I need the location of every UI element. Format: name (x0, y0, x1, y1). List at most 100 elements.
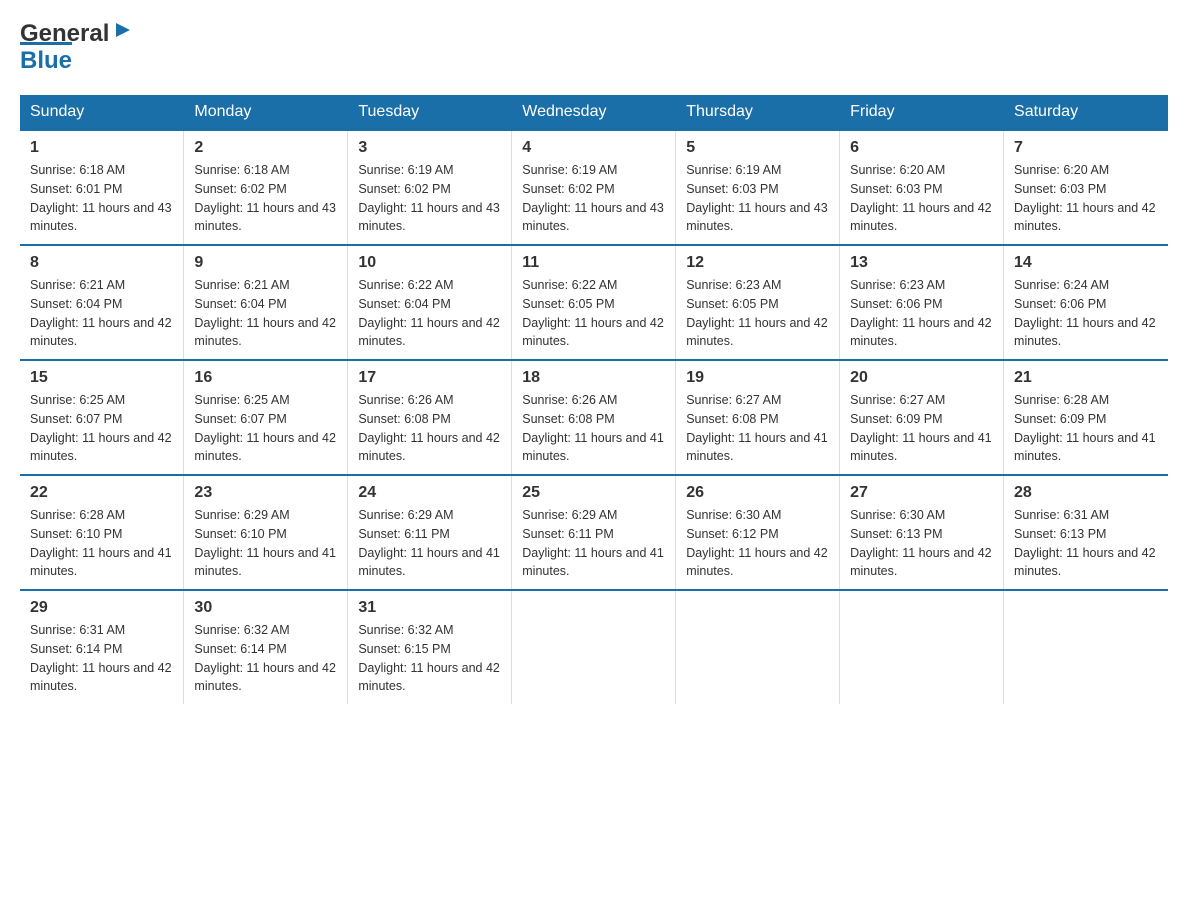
calendar-cell: 10Sunrise: 6:22 AMSunset: 6:04 PMDayligh… (348, 245, 512, 360)
day-info: Sunrise: 6:25 AMSunset: 6:07 PMDaylight:… (194, 393, 336, 463)
day-number: 29 (30, 599, 173, 617)
logo-arrow-icon (112, 19, 134, 46)
column-header-monday: Monday (184, 95, 348, 130)
day-number: 5 (686, 139, 829, 157)
day-info: Sunrise: 6:23 AMSunset: 6:06 PMDaylight:… (850, 278, 992, 348)
day-number: 25 (522, 484, 665, 502)
day-number: 24 (358, 484, 501, 502)
calendar-cell: 28 Sunrise: 6:31 AMSunset: 6:13 PMDayligh… (1004, 475, 1168, 590)
day-info: Sunrise: 6:21 AMSunset: 6:04 PMDaylight:… (30, 278, 172, 348)
calendar-cell: 9Sunrise: 6:21 AMSunset: 6:04 PMDaylight… (184, 245, 348, 360)
calendar-cell: 26 Sunrise: 6:30 AMSunset: 6:12 PMDayligh… (676, 475, 840, 590)
day-info: Sunrise: 6:19 AMSunset: 6:03 PMDaylight:… (686, 163, 828, 233)
logo: General Blue (20, 20, 134, 75)
day-info: Sunrise: 6:29 AMSunset: 6:11 PMDaylight:… (358, 508, 500, 578)
day-number: 11 (522, 254, 665, 272)
calendar-cell: 22 Sunrise: 6:28 AMSunset: 6:10 PMDayligh… (20, 475, 184, 590)
calendar-cell: 4 Sunrise: 6:19 AMSunset: 6:02 PMDaylight… (512, 130, 676, 245)
calendar-week-row: 15 Sunrise: 6:25 AMSunset: 6:07 PMDayligh… (20, 360, 1168, 475)
day-number: 26 (686, 484, 829, 502)
day-info: Sunrise: 6:20 AMSunset: 6:03 PMDaylight:… (1014, 163, 1156, 233)
calendar-week-row: 1Sunrise: 6:18 AMSunset: 6:01 PMDaylight… (20, 130, 1168, 245)
day-info: Sunrise: 6:19 AMSunset: 6:02 PMDaylight:… (358, 163, 500, 233)
calendar-cell: 15 Sunrise: 6:25 AMSunset: 6:07 PMDayligh… (20, 360, 184, 475)
calendar-cell: 6 Sunrise: 6:20 AMSunset: 6:03 PMDaylight… (840, 130, 1004, 245)
day-number: 18 (522, 369, 665, 387)
day-number: 13 (850, 254, 993, 272)
day-info: Sunrise: 6:22 AMSunset: 6:05 PMDaylight:… (522, 278, 664, 348)
day-number: 14 (1014, 254, 1157, 272)
day-info: Sunrise: 6:29 AMSunset: 6:11 PMDaylight:… (522, 508, 664, 578)
day-number: 22 (30, 484, 173, 502)
calendar-cell: 1Sunrise: 6:18 AMSunset: 6:01 PMDaylight… (20, 130, 184, 245)
column-header-wednesday: Wednesday (512, 95, 676, 130)
day-number: 6 (850, 139, 993, 157)
day-number: 8 (30, 254, 173, 272)
calendar-cell (840, 590, 1004, 704)
column-header-saturday: Saturday (1004, 95, 1168, 130)
day-info: Sunrise: 6:30 AMSunset: 6:13 PMDaylight:… (850, 508, 992, 578)
calendar-cell: 12Sunrise: 6:23 AMSunset: 6:05 PMDayligh… (676, 245, 840, 360)
day-number: 30 (194, 599, 337, 617)
day-info: Sunrise: 6:27 AMSunset: 6:09 PMDaylight:… (850, 393, 992, 463)
day-number: 31 (358, 599, 501, 617)
day-info: Sunrise: 6:32 AMSunset: 6:15 PMDaylight:… (358, 623, 500, 693)
day-number: 17 (358, 369, 501, 387)
calendar-cell: 23Sunrise: 6:29 AMSunset: 6:10 PMDayligh… (184, 475, 348, 590)
calendar-cell (676, 590, 840, 704)
day-info: Sunrise: 6:26 AMSunset: 6:08 PMDaylight:… (358, 393, 500, 463)
day-number: 21 (1014, 369, 1157, 387)
calendar-cell: 25 Sunrise: 6:29 AMSunset: 6:11 PMDayligh… (512, 475, 676, 590)
day-number: 19 (686, 369, 829, 387)
calendar-cell: 18 Sunrise: 6:26 AMSunset: 6:08 PMDayligh… (512, 360, 676, 475)
calendar-cell: 17 Sunrise: 6:26 AMSunset: 6:08 PMDayligh… (348, 360, 512, 475)
calendar-cell: 24 Sunrise: 6:29 AMSunset: 6:11 PMDayligh… (348, 475, 512, 590)
day-number: 2 (194, 139, 337, 157)
day-number: 20 (850, 369, 993, 387)
day-info: Sunrise: 6:32 AMSunset: 6:14 PMDaylight:… (194, 623, 336, 693)
calendar-cell: 3 Sunrise: 6:19 AMSunset: 6:02 PMDaylight… (348, 130, 512, 245)
calendar-cell: 11 Sunrise: 6:22 AMSunset: 6:05 PMDayligh… (512, 245, 676, 360)
logo-blue-text: Blue (20, 42, 72, 75)
calendar-week-row: 29Sunrise: 6:31 AMSunset: 6:14 PMDayligh… (20, 590, 1168, 704)
column-header-tuesday: Tuesday (348, 95, 512, 130)
day-info: Sunrise: 6:31 AMSunset: 6:13 PMDaylight:… (1014, 508, 1156, 578)
day-number: 10 (358, 254, 501, 272)
day-info: Sunrise: 6:25 AMSunset: 6:07 PMDaylight:… (30, 393, 172, 463)
calendar-table: SundayMondayTuesdayWednesdayThursdayFrid… (20, 95, 1168, 704)
calendar-cell: 2 Sunrise: 6:18 AMSunset: 6:02 PMDaylight… (184, 130, 348, 245)
day-number: 15 (30, 369, 173, 387)
day-info: Sunrise: 6:30 AMSunset: 6:12 PMDaylight:… (686, 508, 828, 578)
page-header: General Blue (20, 20, 1168, 75)
day-info: Sunrise: 6:26 AMSunset: 6:08 PMDaylight:… (522, 393, 664, 463)
calendar-cell: 27 Sunrise: 6:30 AMSunset: 6:13 PMDayligh… (840, 475, 1004, 590)
day-info: Sunrise: 6:18 AMSunset: 6:02 PMDaylight:… (194, 163, 336, 233)
column-header-friday: Friday (840, 95, 1004, 130)
calendar-header-row: SundayMondayTuesdayWednesdayThursdayFrid… (20, 95, 1168, 130)
day-info: Sunrise: 6:29 AMSunset: 6:10 PMDaylight:… (194, 508, 336, 578)
day-number: 7 (1014, 139, 1157, 157)
day-info: Sunrise: 6:19 AMSunset: 6:02 PMDaylight:… (522, 163, 664, 233)
calendar-week-row: 8 Sunrise: 6:21 AMSunset: 6:04 PMDaylight… (20, 245, 1168, 360)
day-number: 28 (1014, 484, 1157, 502)
day-number: 1 (30, 139, 173, 157)
calendar-cell: 29Sunrise: 6:31 AMSunset: 6:14 PMDayligh… (20, 590, 184, 704)
calendar-cell (1004, 590, 1168, 704)
day-number: 3 (358, 139, 501, 157)
calendar-week-row: 22 Sunrise: 6:28 AMSunset: 6:10 PMDayligh… (20, 475, 1168, 590)
day-info: Sunrise: 6:28 AMSunset: 6:09 PMDaylight:… (1014, 393, 1156, 463)
day-number: 12 (686, 254, 829, 272)
calendar-cell: 20 Sunrise: 6:27 AMSunset: 6:09 PMDayligh… (840, 360, 1004, 475)
calendar-cell: 21 Sunrise: 6:28 AMSunset: 6:09 PMDayligh… (1004, 360, 1168, 475)
day-number: 27 (850, 484, 993, 502)
calendar-cell: 13 Sunrise: 6:23 AMSunset: 6:06 PMDayligh… (840, 245, 1004, 360)
day-info: Sunrise: 6:28 AMSunset: 6:10 PMDaylight:… (30, 508, 172, 578)
calendar-cell: 8 Sunrise: 6:21 AMSunset: 6:04 PMDaylight… (20, 245, 184, 360)
day-info: Sunrise: 6:20 AMSunset: 6:03 PMDaylight:… (850, 163, 992, 233)
day-number: 9 (194, 254, 337, 272)
day-number: 16 (194, 369, 337, 387)
day-number: 4 (522, 139, 665, 157)
day-info: Sunrise: 6:27 AMSunset: 6:08 PMDaylight:… (686, 393, 828, 463)
calendar-cell: 31 Sunrise: 6:32 AMSunset: 6:15 PMDayligh… (348, 590, 512, 704)
day-info: Sunrise: 6:24 AMSunset: 6:06 PMDaylight:… (1014, 278, 1156, 348)
